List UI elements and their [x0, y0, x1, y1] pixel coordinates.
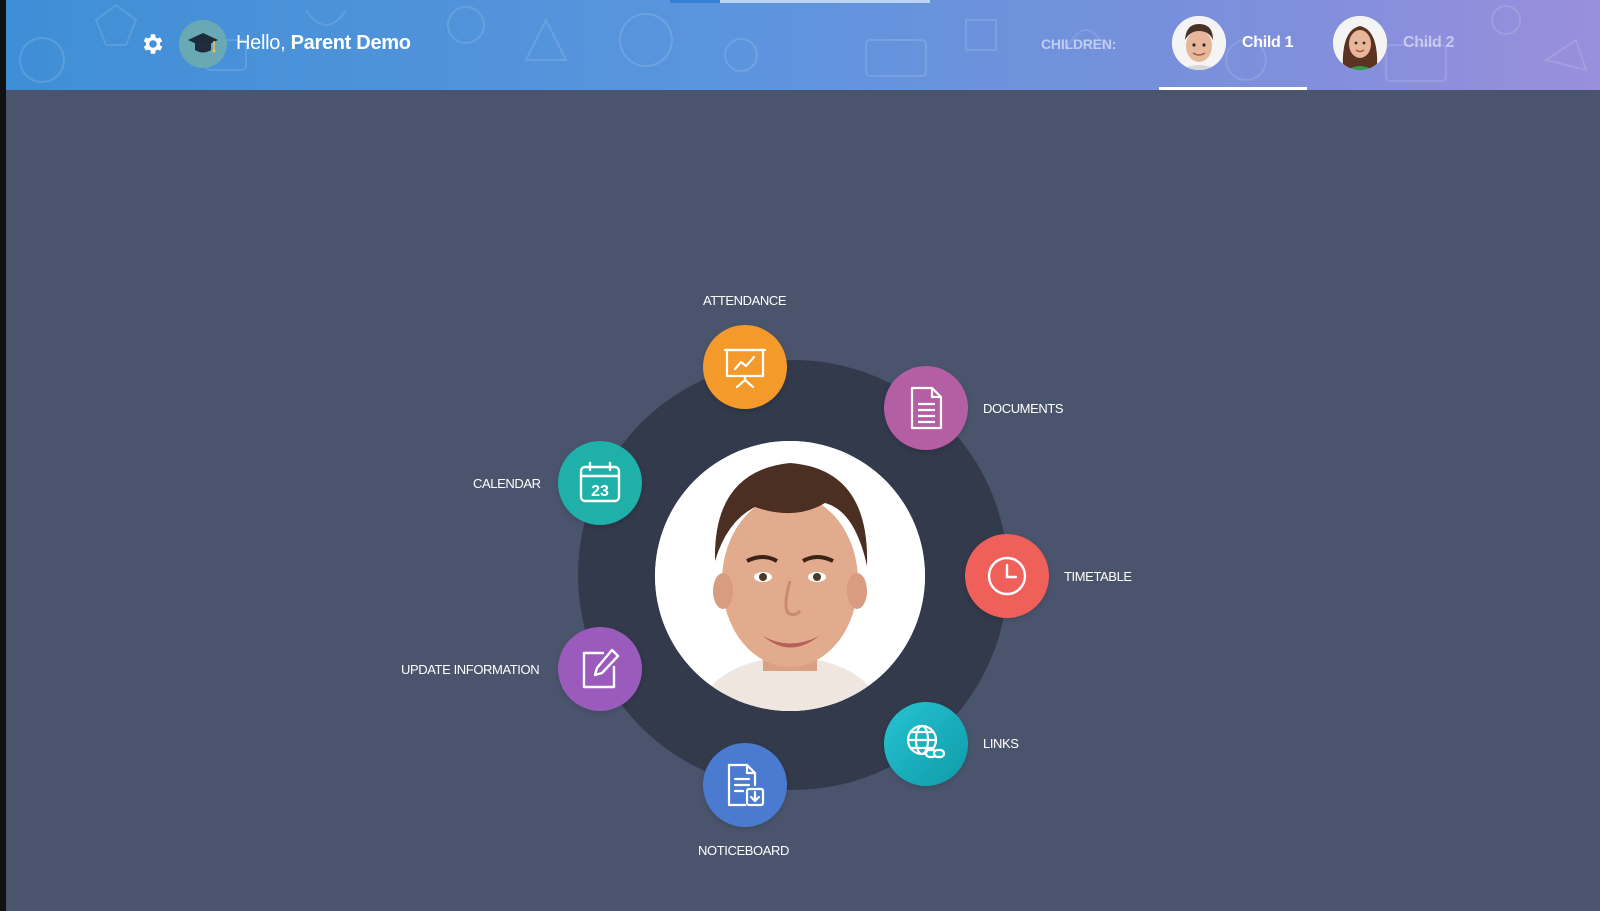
- greeting-prefix: Hello,: [236, 32, 291, 54]
- attendance-label[interactable]: ATTENDANCE: [703, 293, 787, 308]
- user-name: Parent Demo: [290, 32, 411, 54]
- child-1-avatar: [1172, 16, 1226, 70]
- presentation-board-icon: [723, 348, 767, 389]
- calendar-button[interactable]: 23: [558, 441, 642, 525]
- document-icon: [910, 386, 943, 430]
- settings-gear-icon[interactable]: [140, 31, 166, 57]
- calendar-label[interactable]: CALENDAR: [473, 476, 541, 491]
- links-button[interactable]: [884, 702, 968, 786]
- attendance-button[interactable]: [703, 325, 787, 409]
- notice-download-icon: [727, 763, 765, 807]
- user-avatar[interactable]: [179, 20, 227, 68]
- loading-progress-segment: [670, 0, 720, 3]
- children-label: CHILDREN:: [1041, 36, 1117, 52]
- child-1-name: Child 1: [1242, 34, 1294, 51]
- child-tab-2[interactable]: Child 2: [1320, 0, 1470, 90]
- globe-link-icon: [906, 724, 946, 759]
- update-information-label[interactable]: UPDATE INFORMATION: [401, 662, 540, 677]
- noticeboard-button[interactable]: [703, 743, 787, 827]
- child-profile-photo: [655, 441, 925, 711]
- clock-icon: [987, 556, 1027, 596]
- noticeboard-label[interactable]: NOTICEBOARD: [698, 843, 789, 858]
- documents-button[interactable]: [884, 366, 968, 450]
- timetable-label[interactable]: TIMETABLE: [1064, 569, 1132, 584]
- child-2-name: Child 2: [1403, 34, 1455, 51]
- calendar-day-number: 23: [591, 483, 609, 500]
- loading-progress-bar: [670, 0, 930, 3]
- timetable-button[interactable]: [965, 534, 1049, 618]
- top-bar: Hello, Parent Demo CHILDREN: Child 1 Chi…: [6, 0, 1600, 90]
- update-information-button[interactable]: [558, 627, 642, 711]
- graduation-cap-icon: [188, 33, 218, 53]
- greeting-text: Hello, Parent Demo: [236, 32, 411, 55]
- app-screen: Hello, Parent Demo CHILDREN: Child 1 Chi…: [6, 0, 1600, 911]
- calendar-icon: 23: [579, 461, 621, 503]
- child-2-avatar: [1333, 16, 1387, 70]
- documents-label[interactable]: DOCUMENTS: [983, 401, 1064, 416]
- edit-pencil-icon: [582, 648, 620, 689]
- links-label[interactable]: LINKS: [983, 736, 1019, 751]
- child-tab-1[interactable]: Child 1: [1159, 0, 1307, 90]
